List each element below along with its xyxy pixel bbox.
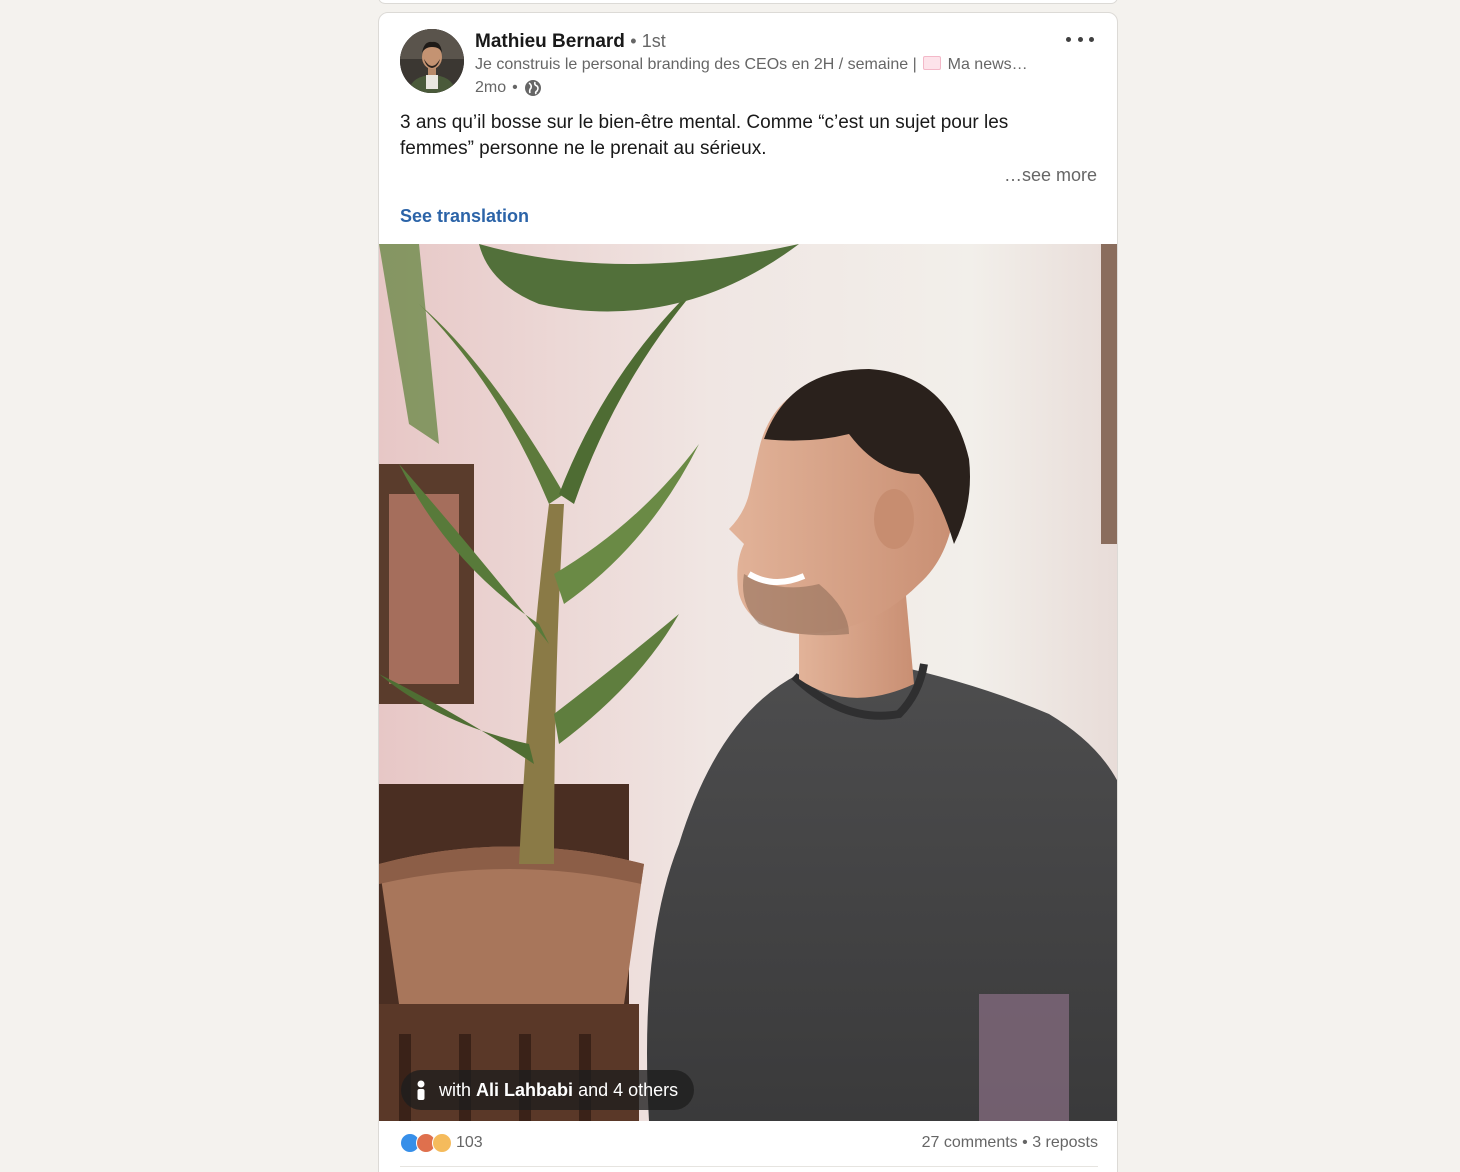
tagged-person-name: Ali Lahbabi xyxy=(476,1079,574,1100)
author-avatar[interactable] xyxy=(400,29,464,93)
post-header: Mathieu Bernard • 1st Je construis le pe… xyxy=(379,13,1117,113)
insightful-icon xyxy=(432,1133,452,1153)
previous-post-card-edge xyxy=(378,0,1118,4)
reaction-count: 103 xyxy=(456,1134,483,1151)
tagged-people-button[interactable]: with Ali Lahbabi and 4 others xyxy=(401,1070,695,1110)
author-name-line: Mathieu Bernard • 1st xyxy=(475,31,666,53)
avatar-image xyxy=(400,29,464,93)
dot xyxy=(1077,36,1083,42)
meta-separator: • xyxy=(512,79,518,96)
see-translation-button[interactable]: See translation xyxy=(400,206,529,227)
tag-suffix: and 4 others xyxy=(578,1079,679,1100)
headline-text: Je construis le personal branding des CE… xyxy=(475,56,922,73)
heart-letter-emoji-icon xyxy=(923,56,942,70)
post-meta: 2mo • xyxy=(475,79,542,97)
tag-text: with Ali Lahbabi and 4 others xyxy=(439,1080,678,1101)
stats-separator: • xyxy=(1022,1134,1028,1151)
globe-icon xyxy=(524,80,541,96)
post-text-line: femmes” personne ne le prenait au sérieu… xyxy=(400,138,767,159)
tag-prefix: with xyxy=(439,1079,472,1100)
engagement-stats: 27 comments • 3 reposts xyxy=(922,1134,1098,1152)
more-options-icon[interactable] xyxy=(1063,29,1097,49)
dot xyxy=(1089,36,1094,42)
reposts-count-link[interactable]: 3 reposts xyxy=(1032,1134,1098,1151)
post-photo xyxy=(379,244,1117,1121)
reactions-summary[interactable]: 103 xyxy=(400,1133,483,1153)
post-text: 3 ans qu’il bosse sur le bien-être menta… xyxy=(400,110,1060,162)
social-counts: 103 27 comments • 3 reposts xyxy=(400,1133,1098,1159)
connection-separator: • xyxy=(630,31,637,51)
post-image[interactable] xyxy=(379,244,1117,1121)
post-time: 2mo xyxy=(475,79,507,96)
feed-post-card: Mathieu Bernard • 1st Je construis le pe… xyxy=(378,12,1118,1172)
connection-degree: 1st xyxy=(641,31,666,51)
dot xyxy=(1066,36,1071,42)
divider xyxy=(400,1166,1098,1167)
author-name[interactable]: Mathieu Bernard xyxy=(475,31,625,52)
post-text-line: 3 ans qu’il bosse sur le bien-être menta… xyxy=(400,112,1009,133)
comments-count-link[interactable]: 27 comments xyxy=(922,1134,1018,1151)
person-icon xyxy=(417,1080,425,1100)
see-more-button[interactable]: …see more xyxy=(1004,165,1097,186)
headline-text-end: Ma news… xyxy=(943,56,1028,73)
author-headline: Je construis le personal branding des CE… xyxy=(475,56,1055,74)
